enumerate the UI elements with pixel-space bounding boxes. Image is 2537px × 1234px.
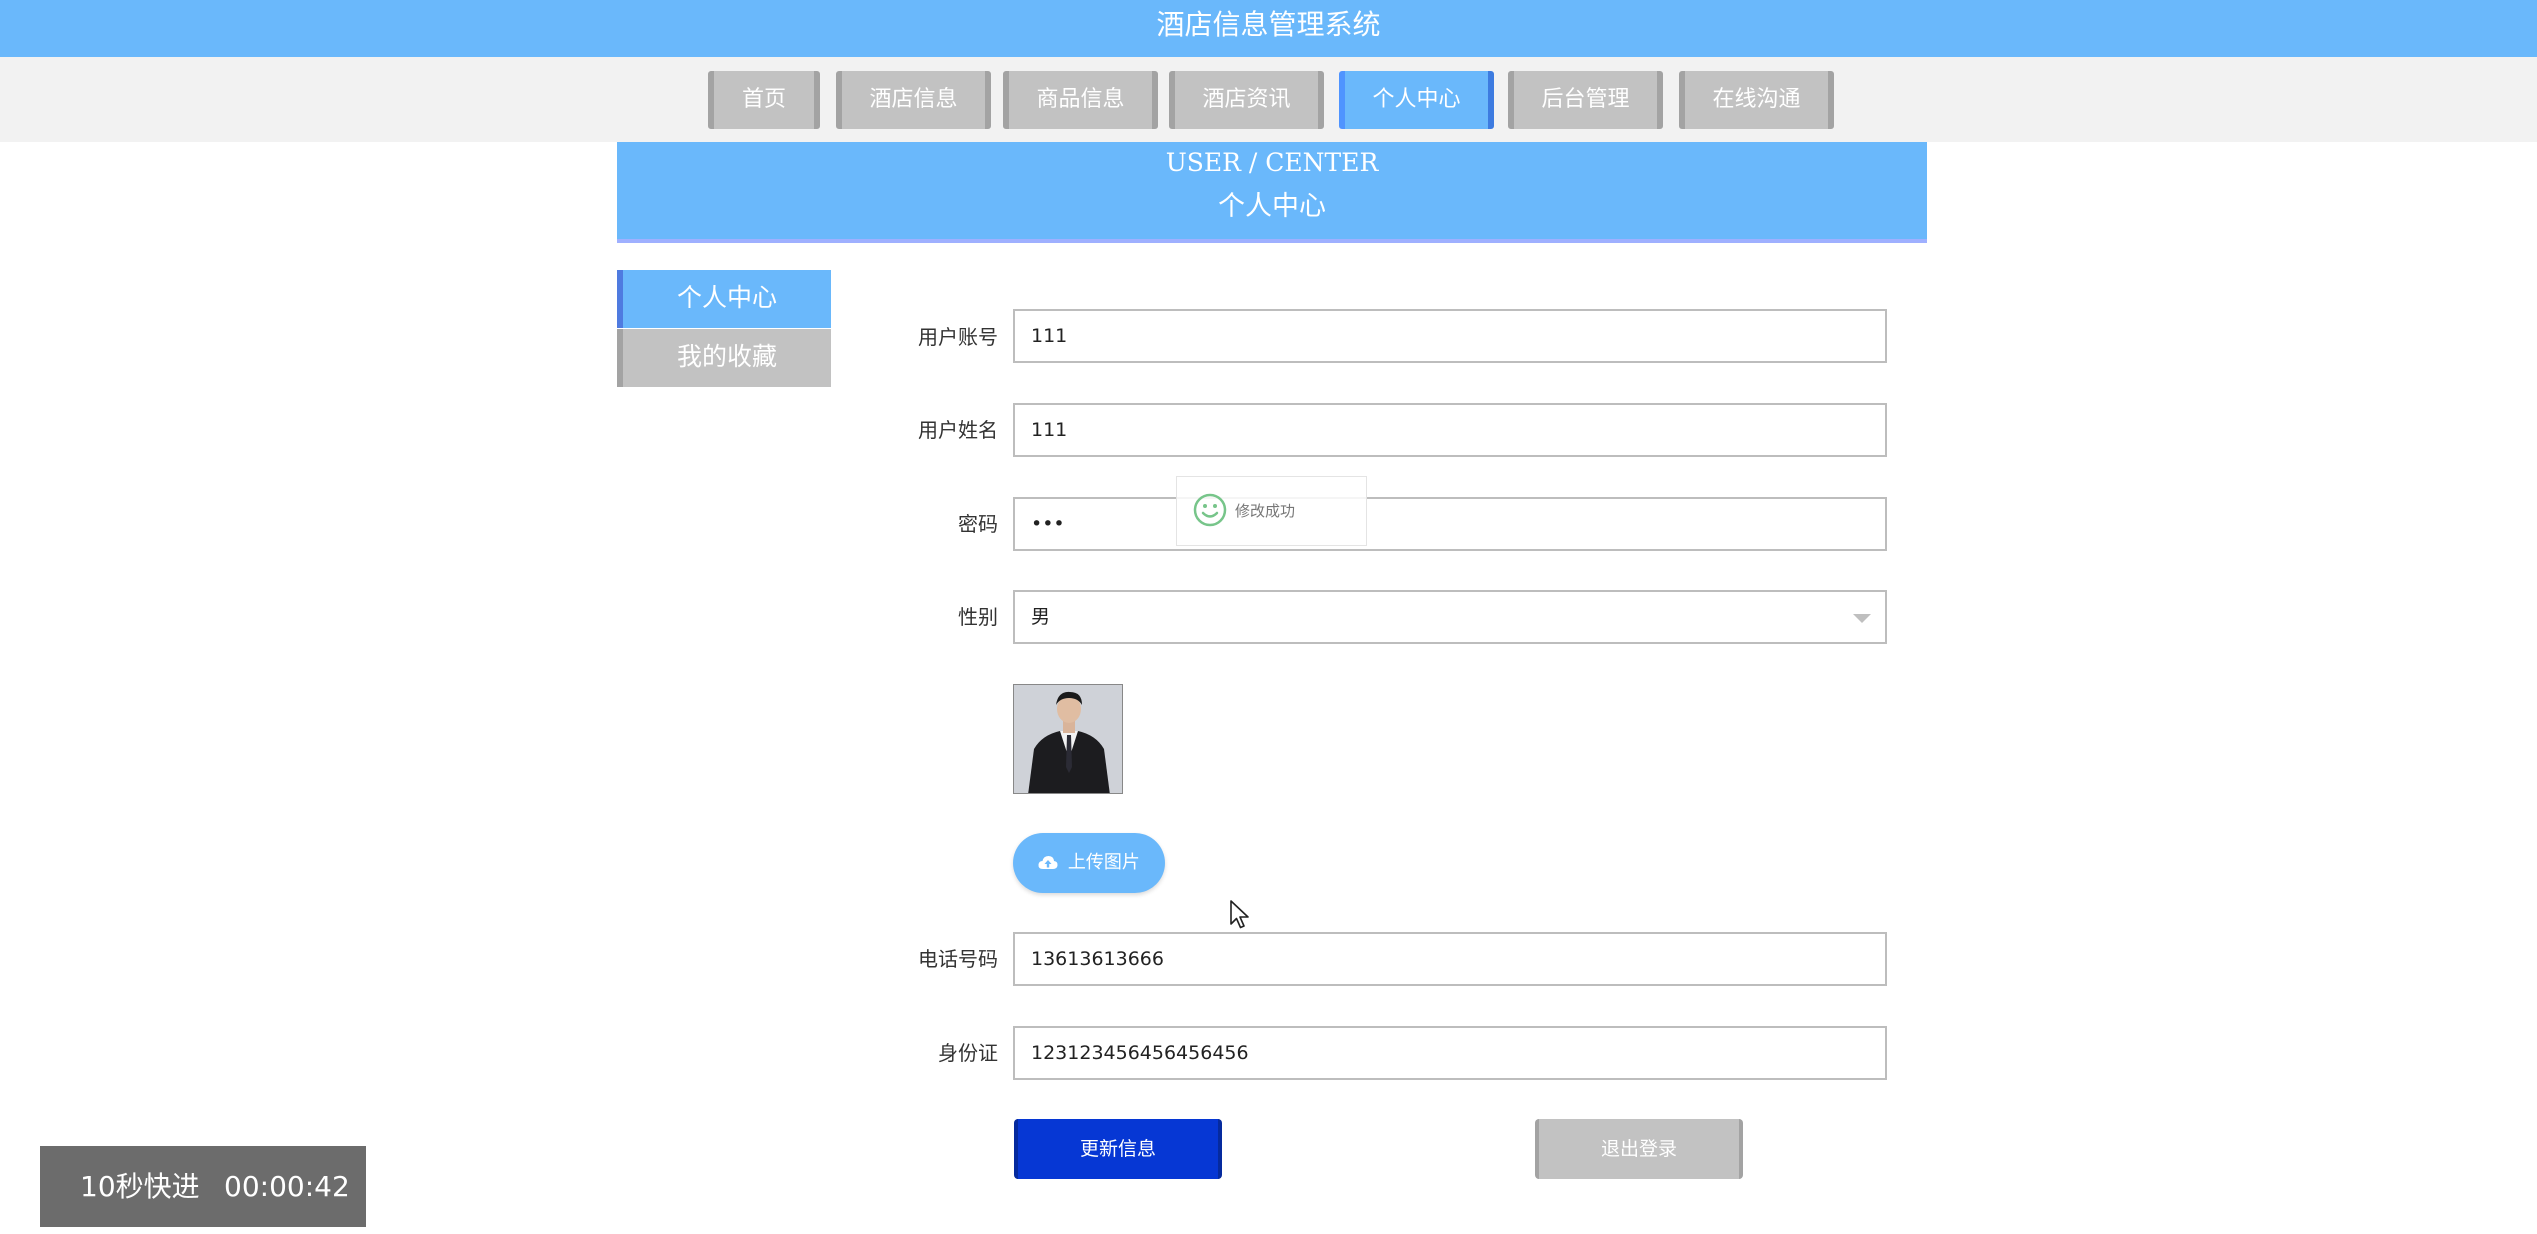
- id-card-label: 身份证: [938, 1041, 998, 1065]
- nav-item-hotel-info[interactable]: 酒店信息: [836, 71, 991, 129]
- name-field[interactable]: 111: [1013, 403, 1887, 457]
- upload-image-button[interactable]: 上传图片: [1013, 833, 1165, 893]
- password-field[interactable]: •••: [1013, 497, 1887, 551]
- logout-button[interactable]: 退出登录: [1535, 1119, 1743, 1179]
- account-label: 用户账号: [918, 325, 998, 349]
- nav-item-admin[interactable]: 后台管理: [1508, 71, 1663, 129]
- nav-item-hotel-news[interactable]: 酒店资讯: [1169, 71, 1324, 129]
- banner-title-zh: 个人中心: [1218, 191, 1326, 222]
- nav-item-home[interactable]: 首页: [708, 71, 820, 129]
- phone-label: 电话号码: [918, 947, 998, 971]
- video-overlay: 10秒快进 00:00:42: [40, 1146, 366, 1227]
- app-title: 酒店信息管理系统: [1156, 8, 1381, 41]
- video-timestamp: 00:00:42: [224, 1170, 350, 1203]
- gender-label: 性别: [958, 605, 998, 629]
- toast-message: 修改成功: [1235, 502, 1296, 520]
- update-info-button[interactable]: 更新信息: [1014, 1119, 1222, 1179]
- id-card-field[interactable]: 123123456456456456: [1013, 1026, 1887, 1080]
- chevron-down-icon: [1853, 614, 1871, 623]
- nav-item-product-info[interactable]: 商品信息: [1003, 71, 1158, 129]
- fast-forward-label[interactable]: 10秒快进: [80, 1146, 200, 1227]
- smiley-icon: [1193, 493, 1227, 527]
- app-header: 酒店信息管理系统: [0, 0, 2537, 57]
- avatar: [1013, 684, 1123, 794]
- gender-value: 男: [1031, 606, 1051, 628]
- main-nav: 首页 酒店信息 商品信息 酒店资讯 个人中心 后台管理 在线沟通: [0, 57, 2537, 142]
- cursor-icon: [1230, 900, 1249, 929]
- nav-item-user-center[interactable]: 个人中心: [1339, 71, 1494, 129]
- sidebar-item-user-center[interactable]: 个人中心: [617, 270, 831, 328]
- success-toast: 修改成功: [1176, 476, 1367, 546]
- phone-field[interactable]: 13613613666: [1013, 932, 1887, 986]
- account-field[interactable]: 111: [1013, 309, 1887, 363]
- gender-select[interactable]: 男: [1013, 590, 1887, 644]
- avatar-photo: [1014, 685, 1122, 793]
- section-banner: USER / CENTER 个人中心: [617, 142, 1927, 243]
- password-label: 密码: [958, 512, 998, 536]
- upload-image-label: 上传图片: [1067, 852, 1140, 873]
- nav-item-online-chat[interactable]: 在线沟通: [1679, 71, 1834, 129]
- cloud-upload-icon: [1038, 856, 1058, 869]
- sidebar-item-favorites[interactable]: 我的收藏: [617, 329, 831, 387]
- name-label: 用户姓名: [918, 418, 998, 442]
- banner-title-en: USER / CENTER: [1165, 148, 1379, 177]
